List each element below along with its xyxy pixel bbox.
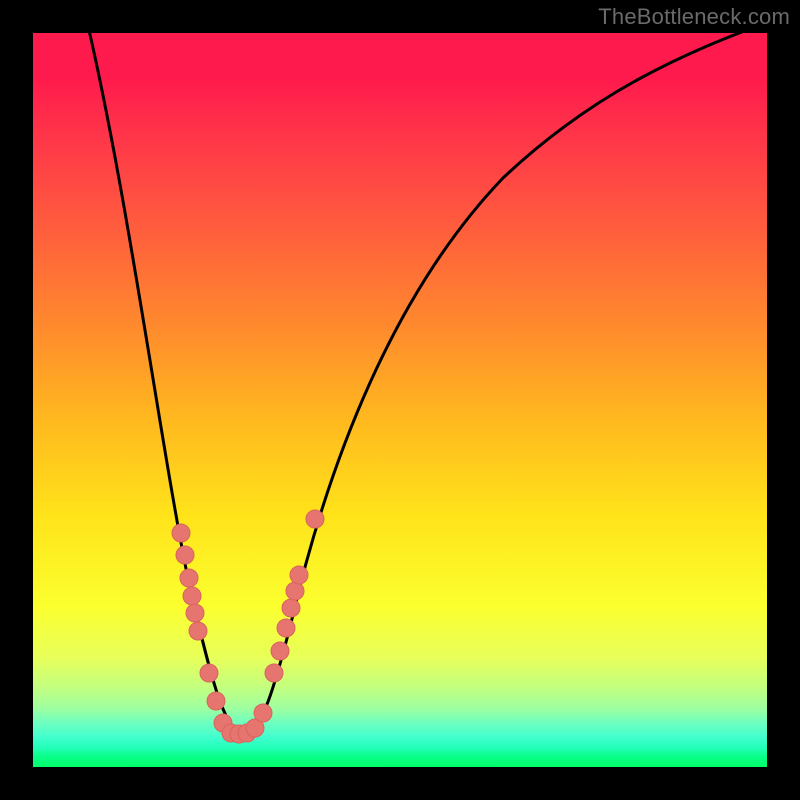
data-marker	[189, 622, 207, 640]
data-marker	[282, 599, 300, 617]
bottleneck-curve	[85, 33, 767, 733]
data-marker	[207, 692, 225, 710]
data-marker	[172, 524, 190, 542]
data-marker	[180, 569, 198, 587]
data-marker	[265, 664, 283, 682]
data-marker	[176, 546, 194, 564]
data-marker	[186, 604, 204, 622]
data-marker	[286, 582, 304, 600]
data-marker	[306, 510, 324, 528]
data-marker	[277, 619, 295, 637]
watermark-text: TheBottleneck.com	[598, 4, 790, 30]
plot-frame	[33, 33, 767, 767]
data-marker	[183, 587, 201, 605]
data-marker	[290, 566, 308, 584]
data-marker	[200, 664, 218, 682]
marker-group	[172, 510, 324, 743]
bottleneck-chart	[33, 33, 767, 767]
data-marker	[271, 642, 289, 660]
data-marker	[254, 704, 272, 722]
